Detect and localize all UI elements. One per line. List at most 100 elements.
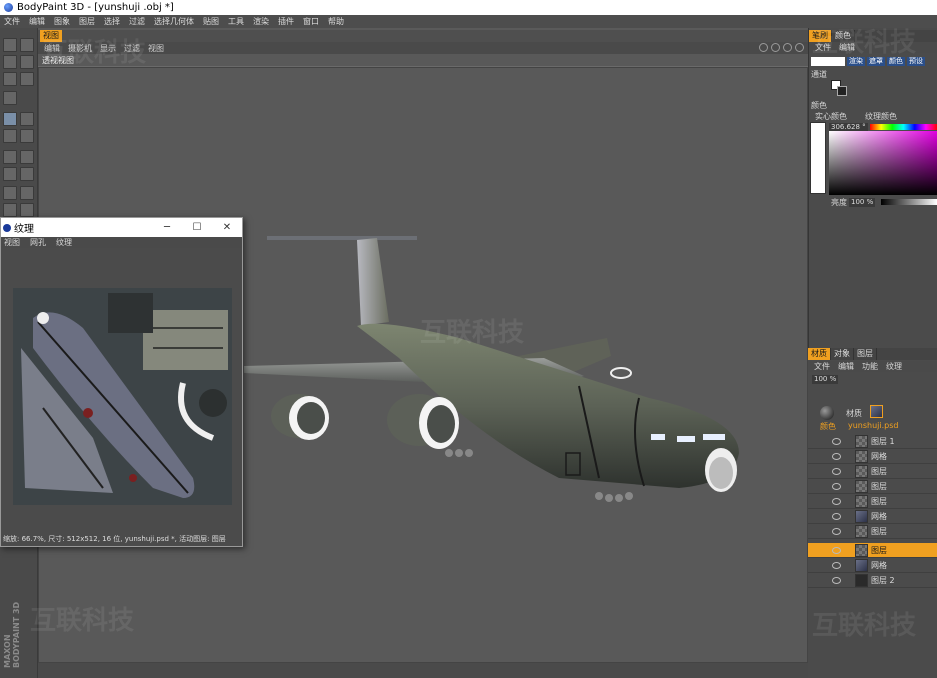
- mat-menu-texture[interactable]: 纹理: [886, 361, 902, 372]
- mask-button[interactable]: 遮罩: [867, 57, 885, 66]
- layer-row[interactable]: 图层: [808, 494, 937, 509]
- close-icon[interactable]: ✕: [212, 222, 242, 233]
- select-rect-icon[interactable]: [3, 167, 17, 181]
- menu-image[interactable]: 图象: [54, 16, 70, 27]
- eye-icon[interactable]: [832, 512, 841, 520]
- eye-icon[interactable]: [832, 561, 841, 569]
- layer-row[interactable]: 图层: [808, 524, 937, 539]
- material-texture-thumb[interactable]: [870, 405, 883, 418]
- menu-select[interactable]: 选择: [104, 16, 120, 27]
- layer-row[interactable]: 图层 1: [808, 434, 937, 449]
- layer-row[interactable]: 图层 2: [808, 573, 937, 588]
- texture-color-radio[interactable]: 纹理颜色: [865, 111, 897, 122]
- maximize-icon[interactable]: ☐: [182, 222, 212, 233]
- select-lasso-icon[interactable]: [20, 167, 34, 181]
- tab-materials[interactable]: 材质: [808, 348, 831, 360]
- mat-menu-file[interactable]: 文件: [814, 361, 830, 372]
- render-button[interactable]: 渲染: [847, 57, 865, 66]
- tab-view[interactable]: 视图: [40, 30, 62, 42]
- undo-icon[interactable]: [3, 38, 17, 52]
- clone-icon[interactable]: [20, 129, 34, 143]
- mat-menu-function[interactable]: 功能: [862, 361, 878, 372]
- eye-icon[interactable]: [832, 452, 841, 460]
- menu-filter[interactable]: 过滤: [129, 16, 145, 27]
- zoom-icon[interactable]: [771, 43, 780, 52]
- magic-wand-icon[interactable]: [3, 186, 17, 200]
- eye-icon[interactable]: [832, 437, 841, 445]
- menu-select-geometry[interactable]: 选择几何体: [154, 16, 194, 27]
- minimize-icon[interactable]: ─: [152, 222, 182, 233]
- menu-tools[interactable]: 工具: [228, 16, 244, 27]
- pencil-icon[interactable]: [20, 112, 34, 126]
- menu-layer[interactable]: 图层: [79, 16, 95, 27]
- eye-icon[interactable]: [832, 482, 841, 490]
- material-ball-icon[interactable]: [820, 406, 834, 420]
- bg-color-swatch[interactable]: [837, 86, 847, 96]
- solid-color-radio[interactable]: 实心颜色: [815, 111, 847, 122]
- viewport-menu-edit[interactable]: 编辑: [44, 43, 60, 54]
- material-name[interactable]: 材质: [846, 408, 862, 419]
- viewport-menu-view[interactable]: 视图: [148, 43, 164, 54]
- eraser-icon[interactable]: [3, 129, 17, 143]
- brush-menu-edit[interactable]: 编辑: [839, 42, 855, 53]
- color-picker-field[interactable]: [829, 131, 937, 195]
- layer-row[interactable]: 网格: [808, 449, 937, 464]
- render-icon[interactable]: [3, 91, 17, 105]
- tex-menu-mesh[interactable]: 网孔: [30, 237, 46, 248]
- layer-row[interactable]: 网格: [808, 558, 937, 573]
- sharpen-icon[interactable]: [20, 203, 34, 217]
- mat-menu-edit[interactable]: 编辑: [838, 361, 854, 372]
- smudge-icon[interactable]: [3, 203, 17, 217]
- menu-file[interactable]: 文件: [4, 16, 20, 27]
- menu-render[interactable]: 渲染: [253, 16, 269, 27]
- preset-button[interactable]: 预设: [907, 57, 925, 66]
- brush-menu-file[interactable]: 文件: [815, 42, 831, 53]
- tab-layers[interactable]: 图层: [854, 348, 877, 360]
- texture-file-label[interactable]: yunshuji.psd: [848, 421, 899, 430]
- tex-menu-view[interactable]: 视图: [4, 237, 20, 248]
- channel-color-label[interactable]: 颜色: [820, 421, 836, 432]
- tex-menu-texture[interactable]: 纹理: [56, 237, 72, 248]
- eye-icon[interactable]: [832, 546, 841, 554]
- menu-window[interactable]: 窗口: [303, 16, 319, 27]
- rotate-icon[interactable]: [783, 43, 792, 52]
- layer-row-selected[interactable]: 图层: [808, 543, 937, 558]
- layer-opacity-field[interactable]: 100 %: [812, 375, 839, 384]
- menu-help[interactable]: 帮助: [328, 16, 344, 27]
- menu-texture[interactable]: 贴图: [203, 16, 219, 27]
- maximize-icon[interactable]: [795, 43, 804, 52]
- app-icon: [3, 223, 11, 232]
- tab-objects[interactable]: 对象: [831, 348, 854, 360]
- uv-mesh-icon[interactable]: [20, 55, 34, 69]
- tab-color[interactable]: 颜色: [832, 30, 855, 42]
- viewport-menu-camera[interactable]: 摄影机: [68, 43, 92, 54]
- gradient-icon[interactable]: [20, 150, 34, 164]
- menu-edit[interactable]: 编辑: [29, 16, 45, 27]
- texture-canvas[interactable]: [13, 288, 232, 505]
- eye-icon[interactable]: [832, 576, 841, 584]
- scale-icon[interactable]: [20, 72, 34, 86]
- redo-icon[interactable]: [20, 38, 34, 52]
- layer-row[interactable]: 图层: [808, 479, 937, 494]
- texture-window-titlebar[interactable]: 纹理 ─ ☐ ✕: [1, 218, 242, 237]
- layer-row[interactable]: 图层: [808, 464, 937, 479]
- pan-icon[interactable]: [759, 43, 768, 52]
- move-icon[interactable]: [3, 72, 17, 86]
- brightness-value-field[interactable]: 100 %: [849, 198, 876, 207]
- fill-icon[interactable]: [3, 150, 17, 164]
- viewport-menu-display[interactable]: 显示: [100, 43, 116, 54]
- brush-size-input[interactable]: [811, 57, 845, 66]
- viewport-menu-filter[interactable]: 过滤: [124, 43, 140, 54]
- tab-brush[interactable]: 笔刷: [809, 30, 832, 42]
- paint-setup-icon[interactable]: [3, 55, 17, 69]
- eye-icon[interactable]: [832, 497, 841, 505]
- eye-icon[interactable]: [832, 467, 841, 475]
- menu-plugins[interactable]: 插件: [278, 16, 294, 27]
- color-button[interactable]: 颜色: [887, 57, 905, 66]
- hue-slider[interactable]: [870, 124, 937, 130]
- layer-row[interactable]: 网格: [808, 509, 937, 524]
- brightness-slider[interactable]: [881, 199, 937, 205]
- eyedropper-icon[interactable]: [20, 186, 34, 200]
- eye-icon[interactable]: [832, 527, 841, 535]
- brush-icon[interactable]: [3, 112, 17, 126]
